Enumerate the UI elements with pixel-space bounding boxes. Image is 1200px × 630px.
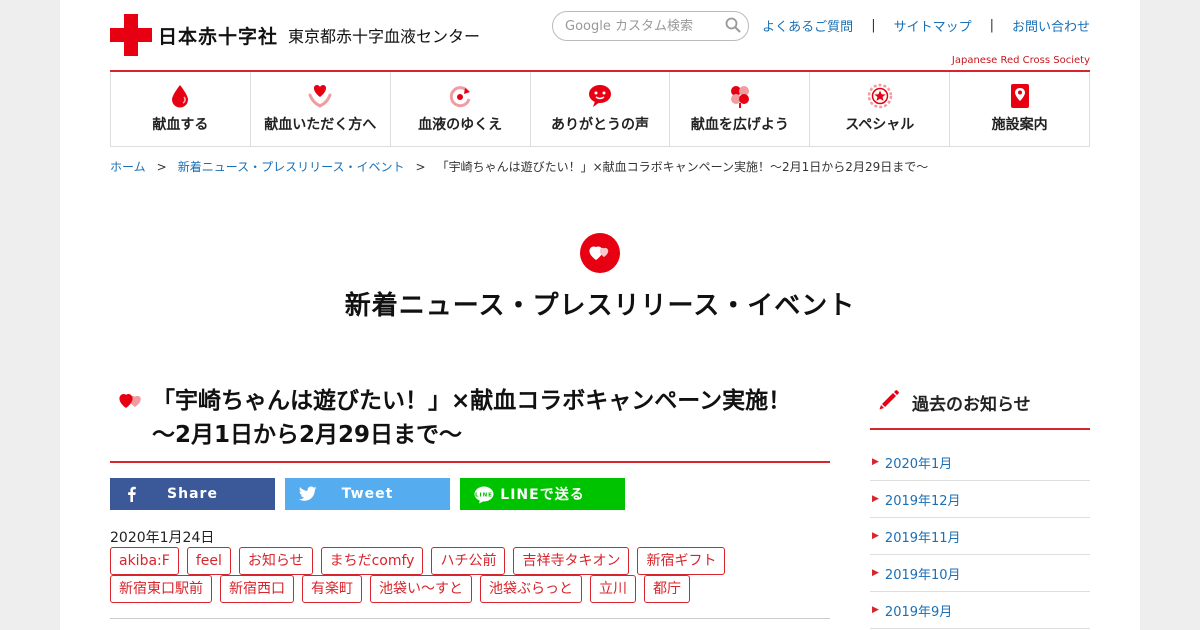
nav-label: 献血する	[152, 117, 209, 133]
org-name-en: Japanese Red Cross Society	[951, 55, 1090, 66]
divider: |	[871, 18, 876, 33]
speech-bubble-icon	[587, 83, 613, 109]
tag[interactable]: ハチ公前	[431, 547, 506, 575]
nav-item-special[interactable]: スペシャル	[810, 72, 951, 146]
breadcrumb-separator: >	[156, 159, 167, 174]
twitter-icon	[299, 486, 317, 501]
cycle-arrow-icon	[447, 83, 473, 109]
star-badge-icon	[867, 83, 893, 109]
share-label: Share	[167, 486, 218, 502]
tag[interactable]: 新宿ギフト	[637, 547, 726, 575]
tag[interactable]: 新宿西口	[220, 575, 294, 603]
nav-item-spread[interactable]: 献血を広げよう	[670, 72, 811, 146]
archive-link[interactable]: 2020年1月	[885, 453, 952, 472]
nav-label: 献血いただく方へ	[264, 117, 377, 133]
archive-item[interactable]: ▶ 2020年1月	[870, 444, 1090, 481]
center-name: 東京都赤十字血液センター	[288, 27, 481, 46]
global-nav: 献血する 献血いただく方へ 血液のゆくえ ありがとうの声 献血を広げよう スペシ…	[110, 72, 1090, 147]
article-title: 「宇崎ちゃんは遊びたい！」×献血コラボキャンペーン実施！～2月1日から2月29日…	[152, 388, 792, 448]
nav-label: スペシャル	[845, 117, 915, 133]
archive-item[interactable]: ▶ 2019年10月	[870, 555, 1090, 592]
triangle-right-icon: ▶	[872, 531, 879, 541]
archive-item[interactable]: ▶ 2019年12月	[870, 481, 1090, 518]
triangle-right-icon: ▶	[872, 494, 879, 504]
search-input[interactable]	[565, 17, 720, 35]
facebook-share-button[interactable]: Share	[110, 478, 275, 510]
tag[interactable]: 吉祥寺タキオン	[513, 547, 630, 575]
twitter-share-button[interactable]: Tweet	[285, 478, 450, 510]
article-divider	[110, 618, 830, 619]
location-card-icon	[1007, 83, 1033, 109]
tag-list: 新宿東口駅前 新宿西口 有楽町 池袋い～すと 池袋ぶらっと 立川 都庁	[110, 575, 790, 603]
contact-link[interactable]: お問い合わせ	[1012, 16, 1090, 35]
tag[interactable]: お知らせ	[238, 547, 313, 575]
site-logo[interactable]: 日本赤十字社 東京都赤十字血液センター	[110, 14, 480, 56]
share-label: LINEで送る	[500, 487, 585, 503]
tag[interactable]: 有楽町	[302, 575, 362, 603]
sidebar-title: 過去のお知らせ	[912, 395, 1031, 415]
red-cross-icon	[110, 14, 152, 56]
search-icon[interactable]	[725, 17, 741, 33]
heart-hands-icon	[307, 83, 333, 109]
breadcrumb-separator: >	[415, 159, 426, 174]
clover-icon	[727, 83, 753, 109]
archive-item[interactable]: ▶ 2019年11月	[870, 518, 1090, 555]
page: 日本赤十字社 東京都赤十字血液センター よくあるご質問 | サイトマップ | お…	[60, 0, 1140, 630]
tag[interactable]: 立川	[590, 575, 636, 603]
search-box	[552, 11, 749, 41]
page-title: 新着ニュース・プレスリリース・イベント	[344, 291, 856, 321]
tag[interactable]: feel	[186, 547, 231, 575]
tag-list: akiba:F feel お知らせ まちだcomfy ハチ公前 吉祥寺タキオン …	[110, 547, 790, 575]
sidebar-divider	[870, 428, 1090, 430]
tag[interactable]: 新宿東口駅前	[110, 575, 212, 603]
divider: |	[989, 18, 994, 33]
triangle-right-icon: ▶	[872, 457, 879, 467]
archive-link[interactable]: 2019年11月	[885, 527, 961, 546]
pencil-icon	[878, 389, 900, 415]
breadcrumb: ホーム > 新着ニュース・プレスリリース・イベント > 「宇崎ちゃんは遊びたい！…	[110, 158, 928, 175]
blood-drop-icon	[167, 83, 193, 109]
archive-list: ▶ 2020年1月 ▶ 2019年12月 ▶ 2019年11月 ▶ 2019年10月 ▶…	[870, 444, 1090, 629]
triangle-right-icon: ▶	[872, 568, 879, 578]
sitemap-link[interactable]: サイトマップ	[894, 16, 972, 35]
facebook-icon	[128, 486, 136, 502]
triangle-right-icon: ▶	[872, 605, 879, 615]
tag[interactable]: akiba:F	[110, 547, 179, 575]
article-date: 2020年1月24日	[110, 530, 215, 546]
breadcrumb-home[interactable]: ホーム	[110, 158, 146, 175]
nav-label: 献血を広げよう	[690, 117, 789, 133]
nav-item-for-donors[interactable]: 献血いただく方へ	[251, 72, 391, 146]
org-name: 日本赤十字社	[158, 25, 279, 48]
breadcrumb-news[interactable]: 新着ニュース・プレスリリース・イベント	[178, 158, 405, 175]
nav-item-facilities[interactable]: 施設案内	[950, 72, 1089, 146]
hearts-icon	[580, 233, 620, 273]
archive-item[interactable]: ▶ 2019年9月	[870, 592, 1090, 629]
tag[interactable]: 池袋い～すと	[370, 575, 472, 603]
utility-links: よくあるご質問 | サイトマップ | お問い合わせ	[762, 16, 1090, 35]
nav-label: 血液のゆくえ	[418, 117, 503, 133]
share-label: Tweet	[341, 486, 394, 502]
line-icon: LINE	[474, 486, 494, 504]
tag[interactable]: 都庁	[644, 575, 690, 603]
breadcrumb-current: 「宇崎ちゃんは遊びたい！」×献血コラボキャンペーン実施！～2月1日から2月29日…	[436, 160, 929, 174]
nav-item-thanks[interactable]: ありがとうの声	[531, 72, 671, 146]
article-title-divider	[110, 461, 830, 463]
tag[interactable]: まちだcomfy	[320, 547, 424, 575]
archive-link[interactable]: 2019年12月	[885, 490, 961, 509]
archive-link[interactable]: 2019年10月	[885, 564, 961, 583]
tag[interactable]: 池袋ぶらっと	[480, 575, 582, 603]
nav-label: 施設案内	[991, 117, 1048, 133]
hearts-icon	[117, 389, 143, 415]
faq-link[interactable]: よくあるご質問	[762, 16, 853, 35]
archive-link[interactable]: 2019年9月	[885, 601, 952, 620]
nav-item-donate[interactable]: 献血する	[111, 72, 251, 146]
nav-item-blood-journey[interactable]: 血液のゆくえ	[391, 72, 531, 146]
nav-label: ありがとうの声	[551, 117, 649, 133]
line-share-button[interactable]: LINE LINEで送る	[460, 478, 625, 510]
svg-text:LINE: LINE	[475, 493, 493, 499]
